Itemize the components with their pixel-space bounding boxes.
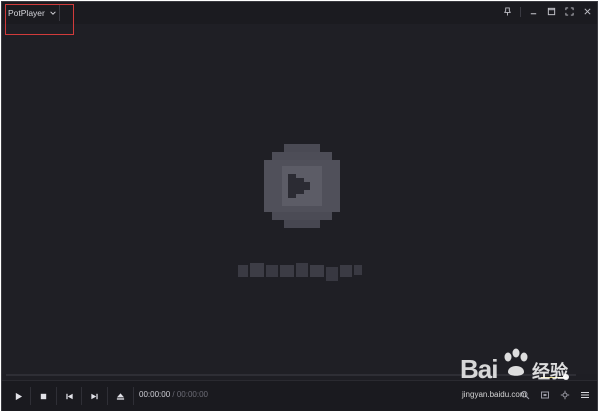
window-controls <box>502 6 593 17</box>
seek-bar[interactable] <box>6 374 576 376</box>
title-bar: PotPlayer <box>2 2 597 25</box>
app-menu-button[interactable]: PotPlayer <box>8 6 57 20</box>
eject-icon <box>116 392 124 400</box>
close-button[interactable] <box>582 6 593 17</box>
next-button[interactable] <box>82 385 106 407</box>
video-area[interactable] <box>2 24 597 374</box>
volume-slider[interactable] <box>541 374 570 380</box>
search-button[interactable] <box>519 389 531 401</box>
right-tools <box>519 389 591 401</box>
pin-button[interactable] <box>502 6 513 17</box>
fullscreen-icon <box>565 7 574 16</box>
pin-icon <box>504 7 511 16</box>
control-bar: 00:00:00 / 00:00:00 <box>2 374 597 411</box>
volume-knob[interactable] <box>563 374 570 380</box>
settings-button[interactable] <box>559 389 571 401</box>
menu-button[interactable] <box>579 389 591 401</box>
stop-button[interactable] <box>31 385 55 407</box>
capture-icon <box>541 391 549 399</box>
close-icon <box>584 8 591 15</box>
title-separator <box>59 5 60 21</box>
minimize-button[interactable] <box>528 6 539 17</box>
play-button[interactable] <box>6 385 30 407</box>
control-separator <box>133 387 134 405</box>
potplayer-wordmark <box>238 263 362 281</box>
play-icon <box>15 392 22 400</box>
fullscreen-button[interactable] <box>564 6 575 17</box>
minimize-icon <box>530 13 537 15</box>
maximize-icon <box>547 7 556 16</box>
time-separator: / <box>172 390 175 399</box>
time-display: 00:00:00 / 00:00:00 <box>139 390 208 399</box>
app-name: PotPlayer <box>8 8 45 18</box>
menu-icon <box>581 391 589 399</box>
chevron-down-icon <box>50 11 56 15</box>
stop-icon <box>40 393 46 399</box>
previous-icon <box>65 393 73 399</box>
eject-button[interactable] <box>108 385 132 407</box>
settings-icon <box>560 390 570 400</box>
search-icon <box>520 390 530 400</box>
current-time: 00:00:00 <box>139 390 171 399</box>
previous-button[interactable] <box>57 385 81 407</box>
maximize-button[interactable] <box>546 6 557 17</box>
potplayer-logo-icon <box>264 144 340 228</box>
capture-button[interactable] <box>539 389 551 401</box>
potplayer-window: PotPlayer <box>1 1 598 411</box>
controls-separator <box>520 6 521 17</box>
next-icon <box>90 393 98 399</box>
total-time: 00:00:00 <box>176 390 208 399</box>
